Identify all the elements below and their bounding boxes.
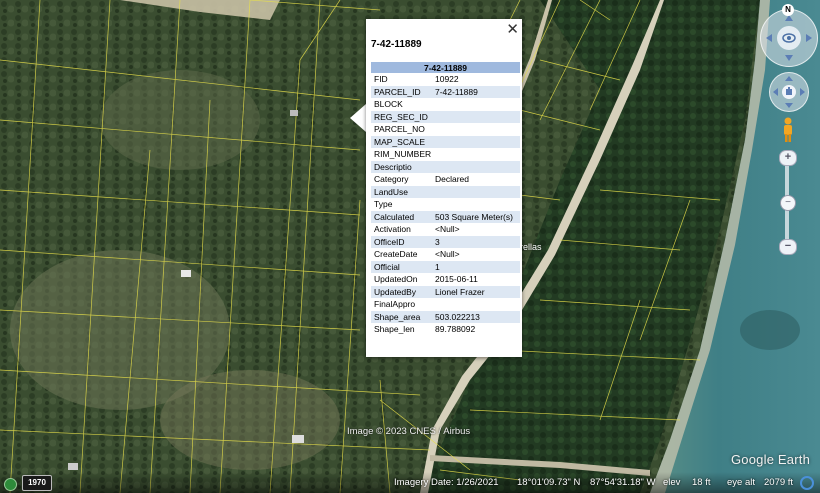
attribute-key: PARCEL_ID <box>371 85 432 98</box>
attribute-value: 503 Square Meter(s) <box>432 210 520 223</box>
attribute-value: 10922 <box>435 74 459 85</box>
attribute-key: Type <box>374 199 393 210</box>
eye-alt-label: eye alt <box>727 477 755 488</box>
zoom-slider-thumb[interactable]: − <box>780 195 796 211</box>
attribute-key: OfficeID <box>371 235 432 248</box>
balloon-pointer <box>350 104 366 132</box>
elevation-label: elev <box>663 477 681 488</box>
longitude-readout: 87°54'31.18" W <box>590 477 656 488</box>
attribute-row: Activation <Null> <box>371 223 520 236</box>
attribute-key: Activation <box>374 224 411 235</box>
attribute-key: FID <box>374 74 388 85</box>
status-bar: Imagery Date: 1/26/2021 18°01'09.73" N 8… <box>0 472 820 493</box>
attribute-row: UpdatedOn 2015-06-11 <box>371 273 520 286</box>
attribute-value: 503.022213 <box>432 310 520 323</box>
attribute-row: FinalAppro <box>371 298 520 311</box>
balloon-title: 7-42-11889 <box>371 39 422 50</box>
attribute-value <box>432 185 520 198</box>
imagery-date: Imagery Date: 1/26/2021 <box>394 477 499 488</box>
feature-info-balloon: ✕ 7-42-11889 7-42-11889 FID 10922 PARCEL_I… <box>366 19 522 357</box>
attribute-row: MAP_SCALE <box>371 135 520 148</box>
attribute-value <box>432 135 520 148</box>
elevation-value: 18 ft <box>692 477 711 488</box>
attribute-key: CreateDate <box>374 249 418 260</box>
attribute-row: CreateDate <Null> <box>371 248 520 261</box>
close-icon[interactable]: ✕ <box>506 20 519 38</box>
attribute-key: FinalAppro <box>374 299 416 310</box>
attribute-row: Type <box>371 198 520 211</box>
attribute-value: 7-42-11889 <box>432 85 520 98</box>
historical-imagery-year[interactable]: 1970 <box>22 475 52 491</box>
attribute-row: Official 1 <box>371 260 520 273</box>
attribute-value: 2015-06-11 <box>435 274 478 285</box>
attribute-row: LandUse <box>371 185 520 198</box>
attribute-key: Category <box>374 174 409 185</box>
attribute-row: Calculated 503 Square Meter(s) <box>371 210 520 223</box>
move-control[interactable] <box>769 72 809 112</box>
attribute-value: Lionel Frazer <box>432 285 520 298</box>
attribute-row: Shape_area 503.022213 <box>371 310 520 323</box>
attribute-table: 7-42-11889 FID 10922 PARCEL_ID 7-42-11889 BL… <box>371 62 520 336</box>
attribute-row: PARCEL_ID 7-42-11889 <box>371 85 520 98</box>
attribute-key: Calculated <box>371 210 432 223</box>
attribute-value <box>432 123 520 136</box>
attribute-row: Shape_len 89.788092 <box>371 323 520 336</box>
attribute-row: FID 10922 <box>371 73 520 86</box>
zoom-out-button[interactable]: − <box>779 239 797 255</box>
attribute-row: REG_SEC_ID <box>371 110 520 123</box>
attribute-row: Descriptio <box>371 160 520 173</box>
attribute-key: UpdatedOn <box>374 274 418 285</box>
attribute-key: Shape_len <box>374 324 415 335</box>
attribute-row: RIM_NUMBER <box>371 148 520 161</box>
attribute-value: 3 <box>432 235 520 248</box>
attribute-key: Descriptio <box>371 160 432 173</box>
attribute-key: PARCEL_NO <box>374 124 425 135</box>
attribute-key: RIM_NUMBER <box>374 149 432 160</box>
attribute-value <box>432 160 520 173</box>
attribute-value <box>432 148 520 161</box>
eye-alt-value: 2079 ft <box>764 477 794 488</box>
attribute-key: UpdatedBy <box>371 285 432 298</box>
attribute-key: BLOCK <box>374 99 403 110</box>
attribute-key: REG_SEC_ID <box>371 110 432 123</box>
attribute-value: 89.788092 <box>435 324 476 335</box>
attribute-value <box>432 98 520 111</box>
attribute-row: Category Declared <box>371 173 520 186</box>
attribute-key: Shape_area <box>371 310 432 323</box>
attribute-key: MAP_SCALE <box>371 135 432 148</box>
look-control[interactable] <box>760 9 818 67</box>
map-place-label: rellas <box>520 242 542 252</box>
street-view-pegman-icon[interactable] <box>781 117 795 143</box>
attribute-key: LandUse <box>371 185 432 198</box>
zoom-in-button[interactable]: + <box>779 150 797 166</box>
streaming-progress-icon <box>800 476 814 490</box>
attribute-key: Official <box>371 260 432 273</box>
attribute-table-header: 7-42-11889 <box>371 62 520 73</box>
north-indicator[interactable]: N <box>782 4 794 16</box>
attribute-value <box>432 298 520 311</box>
attribute-row: PARCEL_NO <box>371 123 520 136</box>
attribute-value: 1 <box>432 260 520 273</box>
attribute-row: UpdatedBy Lionel Frazer <box>371 285 520 298</box>
attribute-value: Declared <box>435 174 470 185</box>
attribute-row: OfficeID 3 <box>371 235 520 248</box>
attribute-value: <Null> <box>435 249 460 260</box>
attribute-value <box>432 110 520 123</box>
imagery-copyright: Image © 2023 CNES / Airbus <box>347 426 471 437</box>
attribute-value <box>432 198 520 211</box>
google-earth-logo: Google Earth <box>731 452 811 467</box>
attribute-value: <Null> <box>435 224 460 235</box>
historical-imagery-globe-icon[interactable] <box>4 478 17 491</box>
attribute-row: BLOCK <box>371 98 520 111</box>
latitude-readout: 18°01'09.73" N <box>517 477 581 488</box>
